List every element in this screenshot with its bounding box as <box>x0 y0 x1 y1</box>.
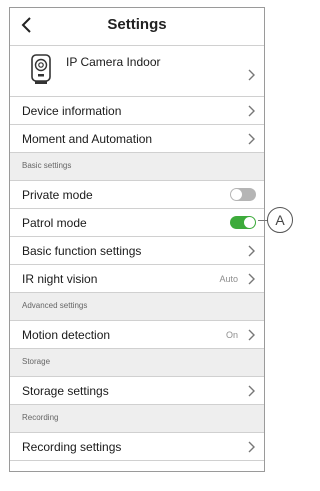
chevron-right-icon <box>248 384 256 402</box>
section-advanced-settings: Advanced settings <box>10 293 264 321</box>
basic-function-settings-row[interactable]: Basic function settings <box>10 237 264 265</box>
toggle-knob <box>244 217 255 228</box>
settings-header: Settings <box>10 8 264 46</box>
camera-icon <box>30 54 52 91</box>
basic-function-settings-label: Basic function settings <box>22 244 142 258</box>
private-mode-toggle[interactable] <box>230 188 256 201</box>
device-information-row[interactable]: Device information <box>10 97 264 125</box>
device-row[interactable]: IP Camera Indoor <box>10 46 264 97</box>
private-mode-row: Private mode <box>10 181 264 209</box>
chevron-right-icon <box>248 440 256 458</box>
motion-detection-row[interactable]: Motion detection On <box>10 321 264 349</box>
patrol-mode-row: Patrol mode <box>10 209 264 237</box>
chevron-right-icon <box>248 272 256 290</box>
motion-detection-value: On <box>225 330 238 340</box>
ir-night-vision-label: IR night vision <box>22 272 98 286</box>
section-recording: Recording <box>10 405 264 433</box>
patrol-mode-toggle[interactable] <box>230 216 256 229</box>
patrol-mode-label: Patrol mode <box>22 216 87 230</box>
chevron-right-icon <box>248 244 256 262</box>
section-title: Advanced settings <box>22 301 88 310</box>
section-basic-settings: Basic settings <box>10 153 264 181</box>
storage-settings-label: Storage settings <box>22 384 109 398</box>
device-name: IP Camera Indoor <box>66 55 161 69</box>
callout-marker: A <box>267 207 293 233</box>
section-title: Basic settings <box>22 161 72 170</box>
moment-automation-label: Moment and Automation <box>22 132 153 146</box>
phone-frame: Settings IP Camera Indoor Device informa… <box>9 7 265 472</box>
motion-detection-label: Motion detection <box>22 328 111 342</box>
page-title: Settings <box>107 16 167 33</box>
chevron-right-icon <box>248 132 256 150</box>
ir-night-vision-value: Auto <box>219 274 238 284</box>
storage-settings-row[interactable]: Storage settings <box>10 377 264 405</box>
private-mode-label: Private mode <box>22 188 93 202</box>
recording-settings-row[interactable]: Recording settings <box>10 433 264 461</box>
section-title: Recording <box>22 413 59 422</box>
chevron-right-icon <box>248 328 256 346</box>
ir-night-vision-row[interactable]: IR night vision Auto <box>10 265 264 293</box>
toggle-knob <box>231 189 242 200</box>
recording-settings-label: Recording settings <box>22 440 122 454</box>
chevron-right-icon <box>248 68 256 86</box>
chevron-right-icon <box>248 104 256 122</box>
section-title: Storage <box>22 357 51 366</box>
moment-automation-row[interactable]: Moment and Automation <box>10 125 264 153</box>
section-storage: Storage <box>10 349 264 377</box>
device-information-label: Device information <box>22 104 122 118</box>
